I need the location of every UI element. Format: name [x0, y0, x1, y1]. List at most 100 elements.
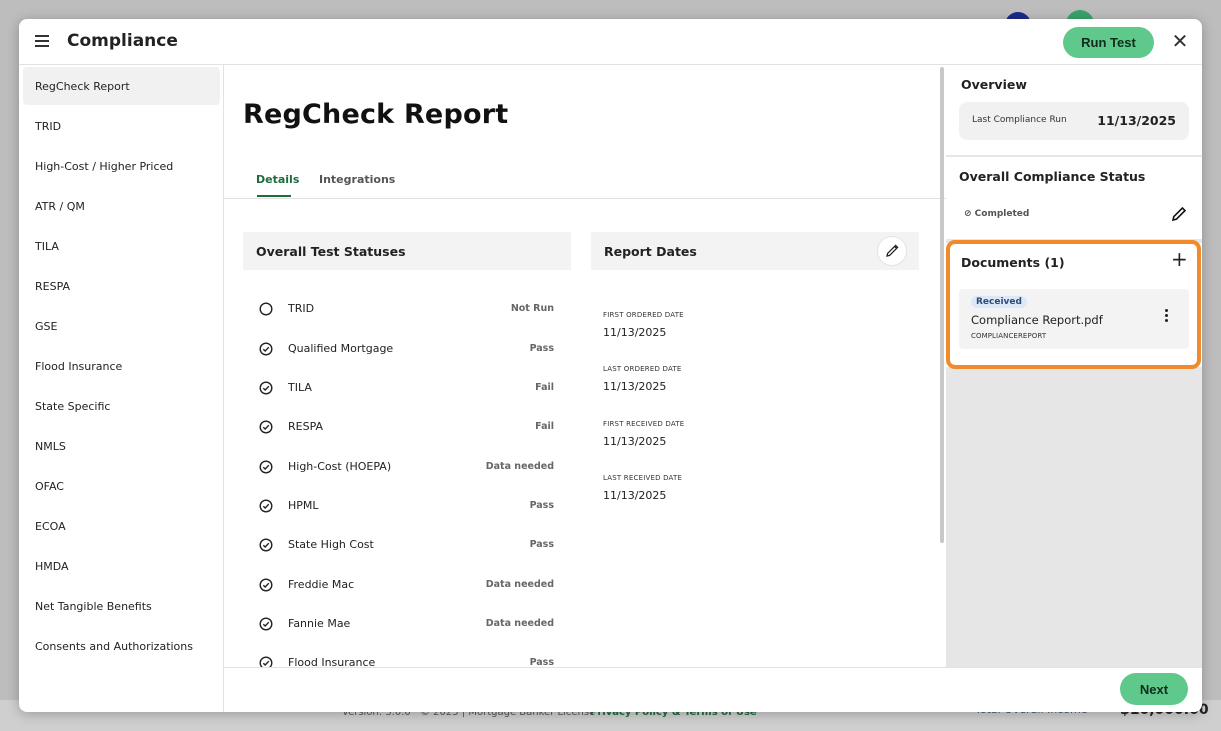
- status-value: Data needed: [485, 461, 554, 472]
- last-compliance-run-date: 11/13/2025: [1097, 113, 1176, 128]
- last-compliance-run-card: Last Compliance Run 11/13/2025: [959, 102, 1189, 140]
- status-name: Freddie Mac: [288, 578, 355, 591]
- status-name: Flood Insurance: [288, 656, 376, 667]
- pencil-icon[interactable]: [1170, 205, 1188, 223]
- document-name: Compliance Report.pdf: [971, 313, 1103, 327]
- status-name: Fannie Mae: [288, 617, 351, 630]
- sidebar-item-hmda[interactable]: HMDA: [23, 547, 220, 585]
- tabs-divider: [224, 198, 946, 199]
- document-type: COMPLIANCEREPORT: [971, 332, 1047, 340]
- last-compliance-run-label: Last Compliance Run: [972, 115, 1067, 125]
- report-dates-header: Report Dates: [591, 232, 919, 270]
- status-name: HPML: [288, 499, 319, 512]
- sidebar-item-flood-insurance[interactable]: Flood Insurance: [23, 347, 220, 385]
- status-row-hpml: HPML Pass: [243, 496, 571, 516]
- hamburger-menu-icon[interactable]: [35, 35, 49, 47]
- status-name: High-Cost (HOEPA): [288, 460, 392, 473]
- documents-section: Documents (1) + Received Compliance Repo…: [946, 243, 1202, 367]
- sidebar-item-net-tangible-benefits[interactable]: Net Tangible Benefits: [23, 587, 220, 625]
- sidebar-item-tila[interactable]: TILA: [23, 227, 220, 265]
- status-value: Pass: [529, 539, 554, 550]
- compliance-status-section: Overall Compliance Status ⊘ Completed: [946, 157, 1202, 239]
- sidebar-item-label: Consents and Authorizations: [35, 639, 193, 653]
- first-received-date-label: FIRST RECEIVED DATE: [603, 420, 685, 428]
- sidebar-item-high-cost[interactable]: High-Cost / Higher Priced: [23, 147, 220, 185]
- status-name: Qualified Mortgage: [288, 342, 394, 355]
- sidebar-item-trid[interactable]: TRID: [23, 107, 220, 145]
- status-value: Fail: [535, 382, 554, 393]
- empty-circle-icon: [259, 302, 273, 316]
- status-row-high-cost-hoepa: High-Cost (HOEPA) Data needed: [243, 457, 571, 477]
- status-name: RESPA: [288, 420, 324, 433]
- sidebar-item-label: State Specific: [35, 399, 111, 413]
- status-row-fannie-mae: Fannie Mae Data needed: [243, 614, 571, 634]
- sidebar-item-label: TRID: [35, 119, 62, 133]
- status-name: State High Cost: [288, 538, 374, 551]
- first-received-date-value: 11/13/2025: [603, 435, 667, 448]
- more-vertical-icon[interactable]: [1161, 309, 1171, 327]
- sidebar-item-label: High-Cost / Higher Priced: [35, 159, 174, 173]
- right-panel: Overview Last Compliance Run 11/13/2025 …: [946, 65, 1202, 667]
- sidebar-item-atr-qm[interactable]: ATR / QM: [23, 187, 220, 225]
- sidebar-item-ofac[interactable]: OFAC: [23, 467, 220, 505]
- status-value: Pass: [529, 500, 554, 511]
- main-content: RegCheck Report Details Integrations Ove…: [224, 65, 946, 667]
- document-card[interactable]: Received Compliance Report.pdf COMPLIANC…: [959, 289, 1189, 349]
- check-circle-icon: [259, 460, 273, 474]
- sidebar-item-nmls[interactable]: NMLS: [23, 427, 220, 465]
- check-circle-icon: [259, 656, 273, 667]
- modal-footer: [224, 667, 1202, 712]
- sidebar-item-label: RESPA: [35, 279, 71, 293]
- status-row-state-high-cost: State High Cost Pass: [243, 535, 571, 555]
- documents-title: Documents (1): [961, 255, 1065, 270]
- status-value: Pass: [529, 343, 554, 354]
- first-ordered-date-value: 11/13/2025: [603, 326, 667, 339]
- sidebar-item-regcheck-report[interactable]: RegCheck Report: [23, 67, 220, 105]
- pencil-icon: [886, 244, 899, 257]
- status-name: TRID: [288, 302, 315, 315]
- check-circle-icon: [259, 420, 273, 434]
- sidebar-item-state-specific[interactable]: State Specific: [23, 387, 220, 425]
- active-tab-indicator: [257, 195, 291, 197]
- last-received-date-label: LAST RECEIVED DATE: [603, 474, 683, 482]
- status-row-flood-insurance: Flood Insurance Pass: [243, 653, 571, 667]
- main-scrollbar[interactable]: [940, 67, 944, 543]
- overview-title: Overview: [961, 77, 1027, 92]
- next-button[interactable]: Next: [1120, 673, 1188, 705]
- first-ordered-date-label: FIRST ORDERED DATE: [603, 311, 684, 319]
- sidebar-item-label: HMDA: [35, 559, 69, 573]
- status-row-qualified-mortgage: Qualified Mortgage Pass: [243, 339, 571, 359]
- sidebar-item-respa[interactable]: RESPA: [23, 267, 220, 305]
- sidebar-item-label: ATR / QM: [35, 199, 85, 213]
- add-document-icon[interactable]: +: [1171, 249, 1188, 269]
- status-value: Pass: [529, 657, 554, 667]
- close-icon[interactable]: ✕: [1170, 31, 1190, 51]
- overview-section: Overview Last Compliance Run 11/13/2025: [946, 65, 1202, 155]
- sidebar-item-label: RegCheck Report: [35, 79, 130, 93]
- status-row-trid: TRID Not Run: [243, 299, 571, 319]
- check-circle-icon: [259, 499, 273, 513]
- status-row-respa: RESPA Fail: [243, 417, 571, 437]
- run-test-button[interactable]: Run Test: [1063, 27, 1154, 58]
- sidebar-item-consents[interactable]: Consents and Authorizations: [23, 627, 220, 665]
- status-value: Not Run: [510, 303, 554, 314]
- check-circle-icon: [259, 342, 273, 356]
- modal-title: Compliance: [67, 31, 178, 51]
- tab-details[interactable]: Details: [256, 173, 299, 186]
- sidebar-item-gse[interactable]: GSE: [23, 307, 220, 345]
- sidebar-item-label: Flood Insurance: [35, 359, 123, 373]
- sidebar-item-label: NMLS: [35, 439, 66, 453]
- last-ordered-date-label: LAST ORDERED DATE: [603, 365, 682, 373]
- status-name: TILA: [288, 381, 312, 394]
- check-circle-icon: [259, 538, 273, 552]
- sidebar-item-ecoa[interactable]: ECOA: [23, 507, 220, 545]
- edit-report-dates-button[interactable]: [877, 236, 907, 266]
- sidebar-item-label: OFAC: [35, 479, 64, 493]
- compliance-status-title: Overall Compliance Status: [959, 169, 1146, 184]
- page-title: RegCheck Report: [243, 99, 509, 130]
- compliance-sidebar: RegCheck Report TRID High-Cost / Higher …: [19, 65, 224, 712]
- status-value: Fail: [535, 421, 554, 432]
- sidebar-item-label: ECOA: [35, 519, 66, 533]
- check-circle-icon: [259, 578, 273, 592]
- tab-integrations[interactable]: Integrations: [319, 173, 395, 186]
